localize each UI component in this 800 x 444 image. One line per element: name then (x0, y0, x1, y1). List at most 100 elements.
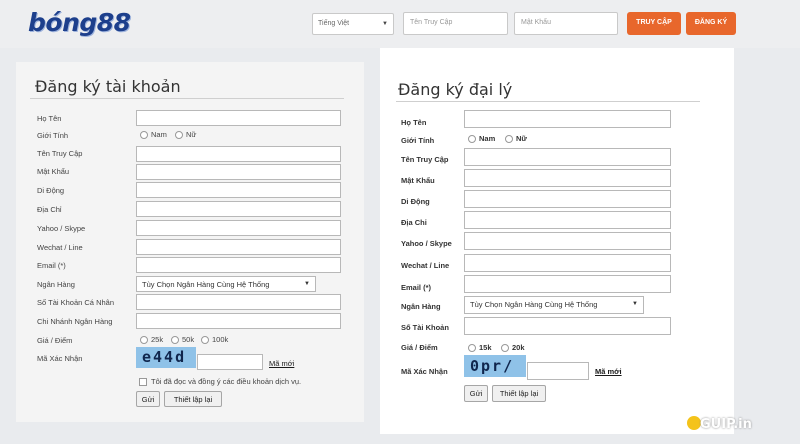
login-password-placeholder: Mật Khẩu (521, 19, 551, 26)
agent-gender-male-radio[interactable]: Nam (468, 134, 496, 144)
site-logo[interactable]: bóng88 (28, 8, 131, 37)
label-gender: Giới Tính (401, 136, 435, 145)
price-25k-radio[interactable]: 25k (140, 335, 164, 345)
agent-reset-button[interactable]: Thiết lập lại (492, 385, 546, 402)
email-input[interactable] (136, 257, 341, 273)
radio-icon (501, 344, 509, 353)
login-username-input[interactable]: Tên Truy Cập (403, 12, 508, 35)
label-account-number: Số Tài Khoản (401, 323, 449, 332)
language-value: Tiếng Việt (318, 20, 350, 27)
agent-password-input[interactable] (464, 169, 671, 187)
radio-icon (505, 135, 513, 144)
radio-icon (468, 135, 476, 144)
agent-address-input[interactable] (464, 211, 671, 229)
username-input[interactable] (136, 146, 341, 162)
label-fullname: Họ Tên (401, 118, 427, 127)
agent-captcha-image: 0pr/ (464, 355, 526, 377)
agent-bank-select[interactable]: Tùy Chọn Ngân Hàng Cùng Hệ Thống ▼ (464, 296, 644, 314)
captcha-input[interactable] (197, 354, 263, 370)
price-100k-radio[interactable]: 100k (201, 335, 229, 345)
label-username: Tên Truy Cập (401, 155, 449, 164)
radio-icon (171, 336, 179, 345)
label-captcha: Mã Xác Nhận (401, 367, 448, 376)
captcha-image: e44d (136, 347, 196, 368)
login-username-placeholder: Tên Truy Cập (410, 19, 453, 26)
agent-form-title: Đăng ký đại lý (398, 80, 513, 99)
gender-female-label: Nữ (516, 134, 527, 143)
bank-selected-value: Tùy Chọn Ngân Hàng Cùng Hệ Thống (470, 300, 598, 309)
captcha-refresh-link[interactable]: Mã mới (269, 359, 294, 368)
price-100k-label: 100k (212, 335, 229, 344)
fullname-input[interactable] (136, 110, 341, 126)
bank-selected-value: Tùy Chọn Ngân Hàng Cùng Hệ Thống (142, 280, 270, 289)
gender-male-radio[interactable]: Nam (140, 130, 167, 140)
agent-account-number-input[interactable] (464, 317, 671, 335)
account-form-title: Đăng ký tài khoản (35, 77, 181, 96)
price-25k-label: 25k (151, 335, 164, 344)
terms-label: Tôi đã đọc và đồng ý các điều khoản dịch… (151, 377, 302, 386)
terms-checkbox[interactable]: Tôi đã đọc và đồng ý các điều khoản dịch… (139, 377, 302, 387)
label-email: Email (*) (401, 283, 432, 292)
radio-icon (468, 344, 476, 353)
label-mobile: Di Động (401, 197, 430, 206)
label-gender: Giới Tính (37, 131, 69, 140)
checkbox-icon (139, 378, 147, 387)
label-account-number: Số Tài Khoản Cá Nhân (37, 298, 114, 307)
address-input[interactable] (136, 201, 341, 217)
gender-female-radio[interactable]: Nữ (175, 130, 197, 140)
label-mobile: Di Động (37, 186, 65, 195)
agent-gender-female-radio[interactable]: Nữ (505, 134, 527, 144)
divider (396, 101, 700, 102)
price-15k-label: 15k (479, 343, 492, 352)
agent-captcha-input[interactable] (527, 362, 589, 380)
agent-email-input[interactable] (464, 275, 671, 293)
account-reset-button[interactable]: Thiết lập lại (164, 391, 222, 407)
label-wechat: Wechat / Line (37, 243, 83, 252)
radio-icon (140, 336, 148, 345)
label-bank: Ngân Hàng (401, 302, 441, 311)
agent-price-15k-radio[interactable]: 15k (468, 343, 492, 353)
password-input[interactable] (136, 164, 341, 180)
label-username: Tên Truy Cập (37, 149, 83, 158)
label-branch: Chi Nhánh Ngân Hàng (37, 317, 113, 326)
gender-male-label: Nam (479, 134, 496, 143)
radio-icon (140, 131, 148, 140)
agent-price-20k-radio[interactable]: 20k (501, 343, 525, 353)
label-captcha: Mã Xác Nhận (37, 354, 83, 363)
label-price: Giá / Điểm (401, 343, 438, 352)
chevron-down-icon: ▼ (382, 21, 388, 27)
agent-captcha-refresh-link[interactable]: Mã mới (595, 367, 622, 376)
account-submit-button[interactable]: Gửi (136, 391, 160, 407)
login-button[interactable]: TRUY CẬP (627, 12, 681, 35)
agent-username-input[interactable] (464, 148, 671, 166)
agent-submit-button[interactable]: Gửi (464, 385, 488, 402)
yahoo-input[interactable] (136, 220, 341, 236)
price-20k-label: 20k (512, 343, 525, 352)
language-select[interactable]: Tiếng Việt ▼ (312, 13, 394, 35)
gender-female-label: Nữ (186, 130, 197, 139)
label-yahoo: Yahoo / Skype (401, 239, 452, 248)
agent-wechat-input[interactable] (464, 254, 671, 272)
wechat-input[interactable] (136, 239, 341, 255)
mobile-input[interactable] (136, 182, 341, 198)
agent-mobile-input[interactable] (464, 190, 671, 208)
label-email: Email (*) (37, 261, 66, 270)
label-wechat: Wechat / Line (401, 261, 450, 270)
register-button[interactable]: ĐĂNG KÝ (686, 12, 736, 35)
agent-fullname-input[interactable] (464, 110, 671, 128)
chevron-down-icon: ▼ (632, 301, 638, 307)
bank-select[interactable]: Tùy Chọn Ngân Hàng Cùng Hệ Thống ▼ (136, 276, 316, 292)
price-50k-radio[interactable]: 50k (171, 335, 194, 345)
label-yahoo: Yahoo / Skype (37, 224, 86, 233)
top-header: bóng88 Tiếng Việt ▼ Tên Truy Cập Mật Khẩ… (0, 0, 800, 48)
agent-yahoo-input[interactable] (464, 232, 671, 250)
branch-input[interactable] (136, 313, 341, 329)
label-password: Mật Khẩu (401, 176, 435, 185)
label-address: Địa Chỉ (401, 218, 427, 227)
label-bank: Ngân Hàng (37, 280, 75, 289)
label-address: Địa Chỉ (37, 205, 62, 214)
account-number-input[interactable] (136, 294, 341, 310)
login-password-input[interactable]: Mật Khẩu (514, 12, 618, 35)
divider (30, 98, 344, 99)
radio-icon (201, 336, 209, 345)
